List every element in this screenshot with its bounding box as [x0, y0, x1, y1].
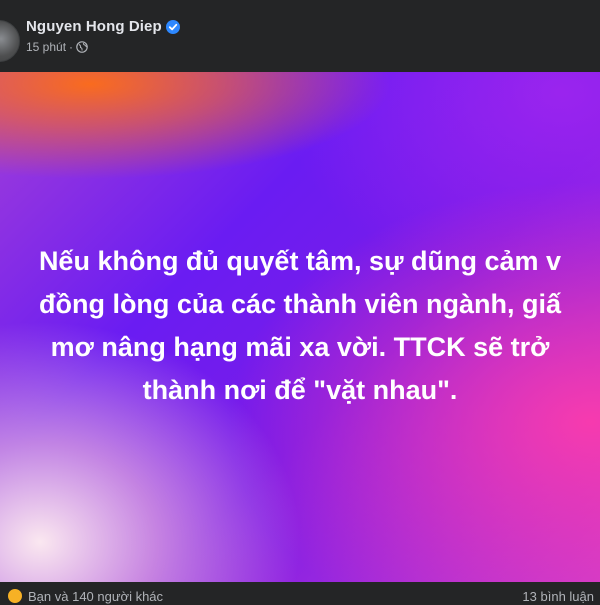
- globe-icon[interactable]: [76, 41, 88, 53]
- post-text-line: mơ nâng hạng mãi xa vời. TTCK sẽ trở: [50, 332, 550, 362]
- post-footer: Bạn và 140 người khác 13 bình luận: [0, 582, 600, 605]
- post-meta: 15 phút ·: [26, 40, 88, 54]
- author-row: Nguyen Hong Diep: [26, 18, 180, 35]
- reactions-count[interactable]: Bạn và 140 người khác: [28, 589, 163, 604]
- post-header: Nguyen Hong Diep 15 phút ·: [0, 0, 600, 72]
- haha-reaction-icon[interactable]: [6, 587, 24, 605]
- post-background: Nếu không đủ quyết tâm, sự dũng cảm v đồ…: [0, 72, 600, 582]
- post-text-line: thành nơi để "vặt nhau".: [142, 375, 458, 405]
- meta-separator: ·: [69, 40, 74, 54]
- avatar[interactable]: [0, 20, 20, 62]
- post-text: Nếu không đủ quyết tâm, sự dũng cảm v đồ…: [0, 240, 600, 412]
- author-name[interactable]: Nguyen Hong Diep: [26, 18, 162, 35]
- post-text-line: Nếu không đủ quyết tâm, sự dũng cảm v: [38, 246, 562, 276]
- post-text-line: đồng lòng của các thành viên ngành, giấ: [38, 289, 562, 319]
- post-timestamp[interactable]: 15 phút: [26, 40, 66, 54]
- verified-badge-icon: [165, 19, 180, 34]
- comments-count[interactable]: 13 bình luận: [522, 589, 594, 604]
